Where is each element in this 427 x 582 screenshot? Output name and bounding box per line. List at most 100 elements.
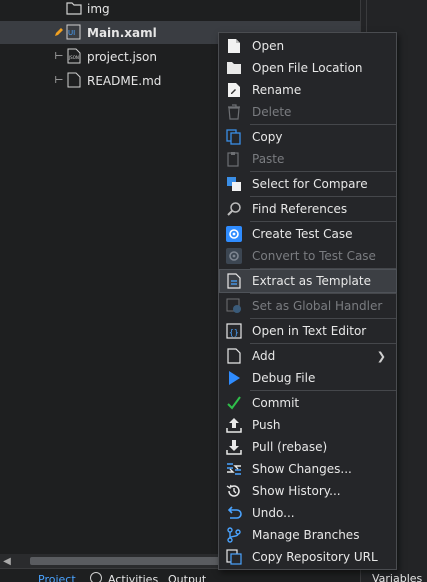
- xaml-file-icon: UI: [66, 24, 81, 40]
- history-icon: [226, 483, 242, 499]
- rename-icon: [226, 82, 242, 98]
- svg-text:JSON: JSON: [68, 55, 79, 60]
- menu-separator: [250, 318, 396, 319]
- json-file-icon: JSON: [66, 48, 81, 64]
- check-icon: [226, 395, 242, 411]
- menu-item-paste[interactable]: Paste: [220, 148, 396, 170]
- menu-item-open-file-location[interactable]: Open File Location: [220, 57, 396, 79]
- text-editor-icon: {}: [226, 323, 242, 339]
- menu-item-label: Paste: [252, 152, 285, 166]
- menu-item-undo[interactable]: Undo...: [220, 502, 396, 524]
- menu-separator: [250, 171, 396, 172]
- menu-item-label: Manage Branches: [252, 528, 360, 542]
- folder-icon: [226, 60, 242, 76]
- menu-item-label: Add: [252, 349, 276, 363]
- undo-icon: [226, 505, 242, 521]
- scrollbar-thumb[interactable]: [30, 557, 220, 565]
- tab-project[interactable]: Project: [38, 573, 76, 582]
- tab-activities[interactable]: Activities: [108, 573, 158, 582]
- menu-item-set-as-global-handler[interactable]: Set as Global Handler: [220, 295, 396, 317]
- menu-item-label: Push: [252, 418, 281, 432]
- menu-item-label: Copy Repository URL: [252, 550, 378, 564]
- menu-item-copy[interactable]: Copy: [220, 126, 396, 148]
- menu-separator: [250, 343, 396, 344]
- menu-item-label: Show Changes...: [252, 462, 352, 476]
- menu-item-label: Open in Text Editor: [252, 324, 367, 338]
- menu-item-convert-to-test-case[interactable]: Convert to Test Case: [220, 245, 396, 267]
- diff-icon: [226, 461, 242, 477]
- chevron-right-icon: ❯: [376, 349, 386, 363]
- menu-item-add[interactable]: Add ❯: [220, 345, 396, 367]
- menu-item-open[interactable]: Open: [220, 35, 396, 57]
- convert-test-icon: [226, 248, 242, 264]
- tree-item-label: project.json: [87, 49, 157, 64]
- menu-item-extract-as-template[interactable]: Extract as Template: [219, 269, 397, 293]
- tree-item-label: img: [87, 1, 110, 16]
- menu-item-select-for-compare[interactable]: Select for Compare: [220, 173, 396, 195]
- copy-icon: [226, 129, 242, 145]
- menu-item-label: Undo...: [252, 506, 295, 520]
- svg-text:UI: UI: [68, 29, 75, 37]
- menu-item-label: Select for Compare: [252, 177, 368, 191]
- tree-item-label: Main.xaml: [87, 25, 157, 40]
- play-icon: [226, 370, 242, 386]
- search-icon: [226, 201, 242, 217]
- menu-item-delete[interactable]: Delete: [220, 101, 396, 123]
- add-file-icon: [226, 348, 242, 364]
- menu-separator: [250, 221, 396, 222]
- menu-item-label: Pull (rebase): [252, 440, 328, 454]
- folder-icon: [66, 1, 82, 17]
- menu-item-label: Open: [252, 39, 285, 53]
- menu-separator: [250, 124, 396, 125]
- tree-item-img[interactable]: img: [0, 0, 360, 20]
- copy-url-icon: [226, 549, 242, 565]
- menu-item-label: Commit: [252, 396, 300, 410]
- svg-text:{}: {}: [229, 328, 239, 337]
- file-icon: [226, 38, 242, 54]
- menu-separator: [250, 196, 396, 197]
- activities-icon: [90, 572, 102, 582]
- upload-icon: [226, 417, 242, 433]
- test-case-icon: [226, 226, 242, 242]
- scroll-left-icon[interactable]: ◀: [0, 554, 14, 568]
- menu-item-create-test-case[interactable]: Create Test Case: [220, 223, 396, 245]
- pencil-icon: [52, 25, 66, 39]
- download-icon: [226, 439, 242, 455]
- menu-separator: [250, 390, 396, 391]
- menu-item-label: Create Test Case: [252, 227, 353, 241]
- menu-item-label: Delete: [252, 105, 292, 119]
- menu-item-pull-rebase[interactable]: Pull (rebase): [220, 436, 396, 458]
- menu-item-label: Extract as Template: [252, 274, 371, 288]
- menu-item-show-history[interactable]: Show History...: [220, 480, 396, 502]
- context-menu: Open Open File Location Rename Delete Co…: [218, 32, 397, 570]
- git-status-icon: ⊢: [54, 74, 64, 86]
- paste-icon: [226, 151, 242, 167]
- tab-variables[interactable]: Variables: [372, 572, 422, 582]
- menu-item-label: Debug File: [252, 371, 316, 385]
- compare-icon: [226, 176, 242, 192]
- menu-item-label: Rename: [252, 83, 302, 97]
- menu-separator: [250, 268, 396, 269]
- menu-item-show-changes[interactable]: Show Changes...: [220, 458, 396, 480]
- menu-separator: [250, 293, 396, 294]
- menu-item-rename[interactable]: Rename: [220, 79, 396, 101]
- menu-item-push[interactable]: Push: [220, 414, 396, 436]
- menu-item-label: Show History...: [252, 484, 341, 498]
- menu-item-manage-branches[interactable]: Manage Branches: [220, 524, 396, 546]
- branch-icon: [226, 527, 242, 543]
- tab-output[interactable]: Output: [168, 573, 206, 582]
- file-icon: [66, 72, 81, 88]
- menu-item-label: Open File Location: [252, 61, 363, 75]
- menu-item-find-references[interactable]: Find References: [220, 198, 396, 220]
- menu-item-label: Copy: [252, 130, 283, 144]
- menu-item-debug-file[interactable]: Debug File: [220, 367, 396, 389]
- menu-item-label: Find References: [252, 202, 348, 216]
- menu-item-label: Convert to Test Case: [252, 249, 376, 263]
- tree-item-label: README.md: [87, 73, 162, 88]
- menu-item-open-in-text-editor[interactable]: {} Open in Text Editor: [220, 320, 396, 342]
- menu-item-copy-repository-url[interactable]: Copy Repository URL: [220, 546, 396, 568]
- git-status-icon: ⊢: [54, 50, 64, 62]
- global-handler-icon: [226, 298, 242, 314]
- menu-item-label: Set as Global Handler: [252, 299, 383, 313]
- menu-item-commit[interactable]: Commit: [220, 392, 396, 414]
